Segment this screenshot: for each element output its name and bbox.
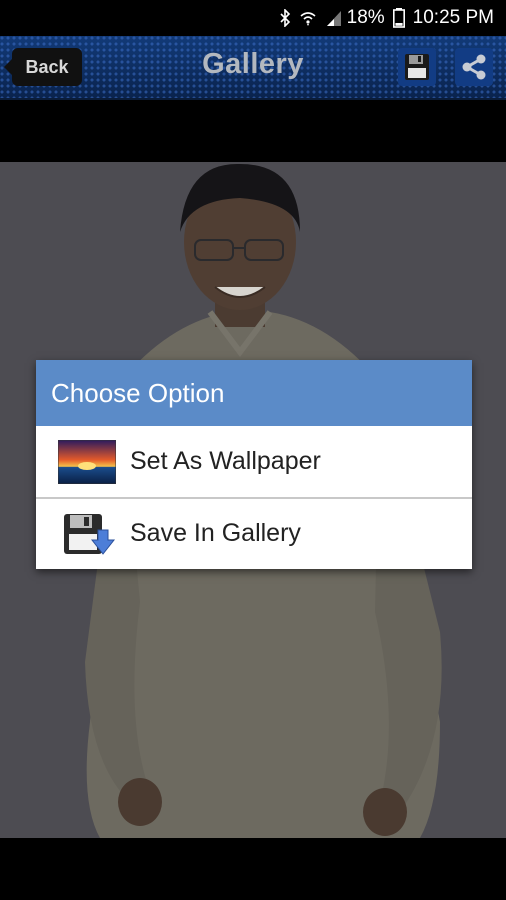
clock: 10:25 PM (412, 7, 494, 28)
set-as-wallpaper-label: Set As Wallpaper (130, 447, 321, 475)
wallpaper-icon (58, 439, 116, 484)
dialog-title: Choose Option (36, 360, 472, 426)
save-gallery-icon (58, 512, 116, 556)
bottom-letterbox (0, 838, 506, 900)
battery-icon (392, 8, 405, 28)
floppy-disk-icon (405, 54, 429, 80)
choose-option-dialog: Choose Option Set As Wallpaper Save In G… (36, 360, 472, 569)
share-button[interactable] (455, 48, 493, 86)
bluetooth-icon (279, 9, 291, 27)
share-icon (462, 54, 486, 80)
save-in-gallery-label: Save In Gallery (130, 519, 301, 547)
save-in-gallery-option[interactable]: Save In Gallery (36, 497, 472, 568)
signal-icon (325, 9, 343, 27)
save-button[interactable] (398, 48, 436, 86)
wifi-icon (299, 9, 317, 27)
set-as-wallpaper-option[interactable]: Set As Wallpaper (36, 426, 472, 497)
app-header: Back Gallery (0, 36, 506, 100)
status-bar: 18% 10:25 PM (0, 0, 506, 36)
top-letterbox (0, 100, 506, 162)
battery-percent: 18% (346, 7, 385, 28)
